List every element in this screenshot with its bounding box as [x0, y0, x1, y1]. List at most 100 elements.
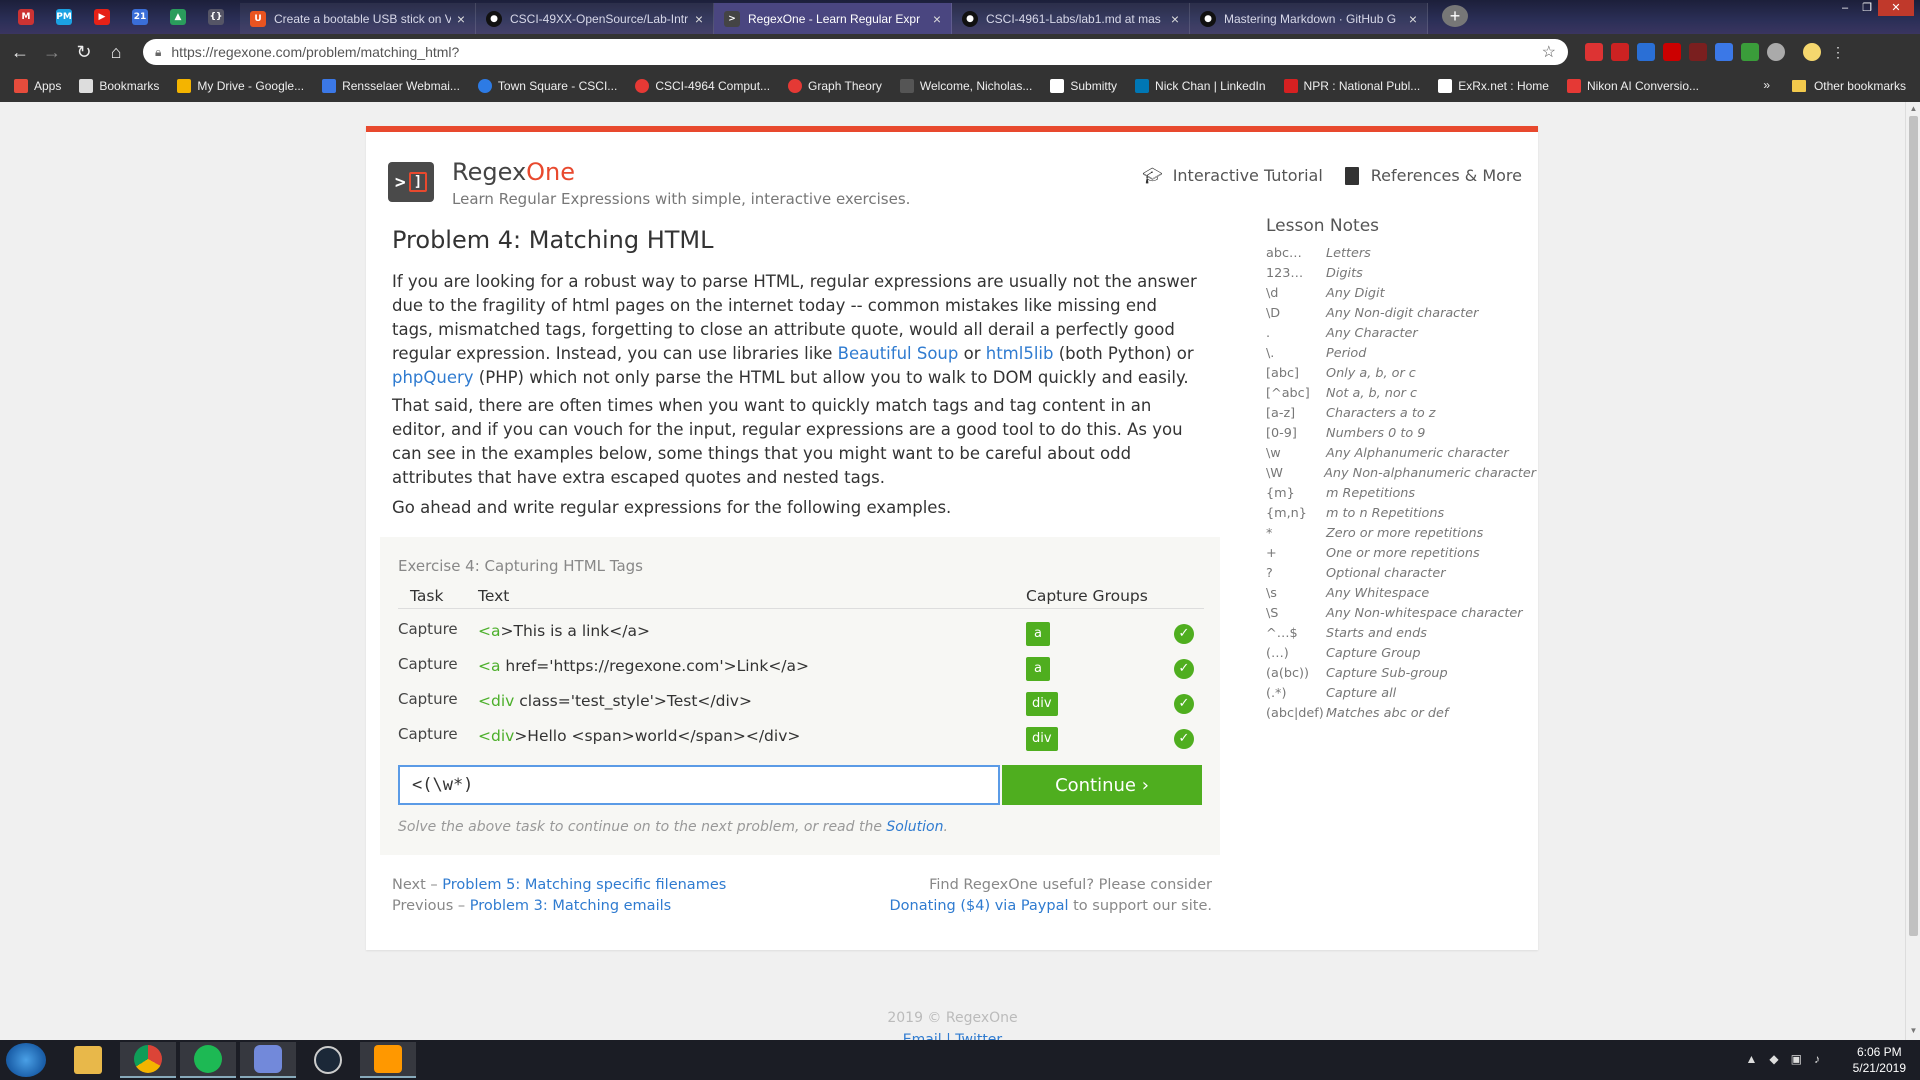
close-tab-icon[interactable]: ×	[695, 11, 703, 27]
phpquery-link[interactable]: phpQuery	[392, 368, 474, 387]
close-tab-icon[interactable]: ×	[933, 11, 941, 27]
bookmark-bookmarks[interactable]: Bookmarks	[79, 79, 159, 93]
next-problem-link[interactable]: Problem 5: Matching specific filenames	[442, 877, 726, 893]
tab-opensource-lab[interactable]: ● CSCI-49XX-OpenSource/Lab-Intr ×	[476, 3, 714, 34]
bookmark-star-icon[interactable]: ☆	[1542, 42, 1556, 62]
bookmark-linkedin[interactable]: Nick Chan | LinkedIn	[1135, 79, 1266, 93]
regexone-icon: >	[724, 10, 740, 27]
minimize-icon[interactable]: –	[1834, 0, 1856, 16]
restore-icon[interactable]: ❐	[1856, 0, 1878, 16]
note-syntax: [abc]	[1266, 366, 1299, 381]
list-item: \w Any Alphanumeric character	[1266, 444, 1536, 464]
taskbar-sublime[interactable]	[360, 1042, 416, 1078]
drive-icon: ▲	[170, 9, 186, 25]
windows-start-icon[interactable]	[6, 1043, 46, 1077]
bookmark-npr[interactable]: NPR : National Publ...	[1283, 79, 1420, 93]
html5lib-link[interactable]: html5lib	[986, 344, 1054, 363]
regex-input[interactable]	[398, 765, 1000, 805]
pinned-tab-gmail[interactable]: M	[8, 3, 44, 31]
menu-kebab-icon[interactable]: ⋮	[1829, 43, 1847, 61]
beautiful-soup-link[interactable]: Beautiful Soup	[838, 344, 959, 363]
bookmark-welcome-nicholas[interactable]: Welcome, Nicholas...	[899, 79, 1032, 93]
volume-icon[interactable]: ♪	[1814, 1052, 1820, 1066]
nav-references[interactable]: References & More	[1344, 166, 1522, 185]
pinned-tab-calendar[interactable]: 21	[122, 3, 158, 31]
network-icon[interactable]: ▣	[1791, 1052, 1802, 1066]
taskbar-explorer[interactable]	[60, 1042, 116, 1078]
table-row: Capture <a href='https://regexone.com'>L…	[398, 650, 1204, 685]
lesson-notes-list: abc… Letters 123… Digits \d Any Digit \D Any No…	[1266, 244, 1536, 724]
pinned-tab-extension[interactable]: {}	[198, 3, 234, 31]
pdf-icon[interactable]	[1611, 43, 1629, 61]
back-icon[interactable]: ←	[8, 40, 32, 64]
evernote-icon[interactable]	[1741, 43, 1759, 61]
close-tab-icon[interactable]: ×	[457, 11, 465, 27]
note-meaning: Digits	[1326, 266, 1363, 281]
exercise-panel: Exercise 4: Capturing HTML Tags Task Tex…	[380, 537, 1220, 855]
scrollbar-thumb[interactable]	[1909, 116, 1918, 936]
taskbar-steam[interactable]	[300, 1042, 356, 1078]
other-bookmarks[interactable]: Other bookmarks	[1791, 79, 1906, 93]
bookmark-apps[interactable]: Apps	[14, 79, 61, 93]
new-tab-button[interactable]: +	[1442, 5, 1468, 27]
pinned-tab-drive[interactable]: ▲	[160, 3, 196, 31]
taskbar-chrome[interactable]	[120, 1042, 176, 1078]
scroll-up-icon[interactable]: ▲	[1906, 104, 1920, 116]
site-brand[interactable]: >] RegexOne Learn Regular Expressions wi…	[388, 158, 910, 208]
tab-mastering-markdown[interactable]: ● Mastering Markdown · GitHub G ×	[1190, 3, 1428, 34]
dropbox-icon[interactable]: ◆	[1769, 1052, 1778, 1066]
tray-chevron-icon[interactable]: ▲	[1746, 1052, 1758, 1066]
bookmark-exrx[interactable]: ExRx.net : Home	[1438, 79, 1549, 93]
acrobat-icon[interactable]	[1663, 43, 1681, 61]
pm-icon: PM	[56, 9, 72, 25]
home-icon[interactable]: ⌂	[104, 40, 128, 64]
close-tab-icon[interactable]: ×	[1171, 11, 1179, 27]
bookmark-town-square[interactable]: Town Square - CSCI...	[477, 79, 617, 93]
bookmark-rensselaer-webmail[interactable]: Rensselaer Webmai...	[322, 79, 460, 93]
solution-link[interactable]: Solution	[886, 819, 943, 835]
address-bar[interactable]: 🔒︎ https://regexone.com/problem/matching…	[143, 39, 1568, 65]
page-scrollbar[interactable]: ▲ ▼	[1905, 102, 1920, 1040]
reload-icon[interactable]: ↻	[72, 40, 96, 64]
chrome-cast-icon[interactable]	[1767, 43, 1785, 61]
tab-csci-labs[interactable]: ● CSCI-4961-Labs/lab1.md at mas ×	[952, 3, 1190, 34]
list-item: (…) Capture Group	[1266, 644, 1536, 664]
bookmarks-bar: Apps Bookmarks My Drive - Google... Rens…	[0, 70, 1920, 102]
forward-icon[interactable]: →	[40, 40, 64, 64]
bookmark-my-drive[interactable]: My Drive - Google...	[177, 79, 304, 93]
taskbar-clock[interactable]: 6:06 PM 5/21/2019	[1853, 1044, 1906, 1076]
note-syntax: (abc|def)	[1266, 706, 1324, 721]
list-item: ? Optional character	[1266, 564, 1536, 584]
donate-link[interactable]: Donating ($4) via Paypal	[890, 898, 1069, 914]
nav-interactive-tutorial[interactable]: 🎓︎ Interactive Tutorial	[1142, 166, 1322, 185]
translate-icon[interactable]	[1715, 43, 1733, 61]
previous-problem-link[interactable]: Problem 3: Matching emails	[470, 898, 671, 914]
continue-button[interactable]: Continue ›	[1002, 765, 1202, 805]
pinned-tab-pm[interactable]: PM	[46, 3, 82, 31]
bookmark-nikon[interactable]: Nikon AI Conversio...	[1566, 79, 1699, 93]
bookmark-csci-4964[interactable]: CSCI-4964 Comput...	[635, 79, 770, 93]
adblock-icon[interactable]	[1585, 43, 1603, 61]
tab-regexone[interactable]: > RegexOne - Learn Regular Expr ×	[714, 3, 952, 34]
pinned-tab-youtube[interactable]: ▶	[84, 3, 120, 31]
linkedin-icon	[1135, 79, 1150, 93]
profile-avatar[interactable]	[1803, 43, 1821, 61]
npr-icon	[1283, 79, 1298, 93]
tab-bootable-usb[interactable]: U Create a bootable USB stick on V ×	[240, 3, 476, 34]
taskbar-discord[interactable]	[240, 1042, 296, 1078]
bb-icon	[899, 79, 914, 93]
close-tab-icon[interactable]: ×	[1409, 11, 1417, 27]
flash-icon[interactable]	[1689, 43, 1707, 61]
more-bookmarks-chevron-icon[interactable]: »	[1763, 78, 1770, 92]
bookmark-graph-theory[interactable]: Graph Theory	[788, 79, 882, 93]
note-syntax: ?	[1266, 566, 1273, 581]
close-window-icon[interactable]: ✕	[1878, 0, 1914, 16]
scroll-down-icon[interactable]: ▼	[1906, 1026, 1920, 1038]
github-icon: ●	[1200, 10, 1216, 27]
list-item: * Zero or more repetitions	[1266, 524, 1536, 544]
taskbar-spotify[interactable]	[180, 1042, 236, 1078]
bookmark-submitty[interactable]: Submitty	[1050, 79, 1117, 93]
donate-note: Find RegexOne useful? Please consider Do…	[889, 877, 1212, 914]
news-extension-icon[interactable]	[1637, 43, 1655, 61]
note-meaning: Capture Sub-group	[1326, 666, 1448, 681]
